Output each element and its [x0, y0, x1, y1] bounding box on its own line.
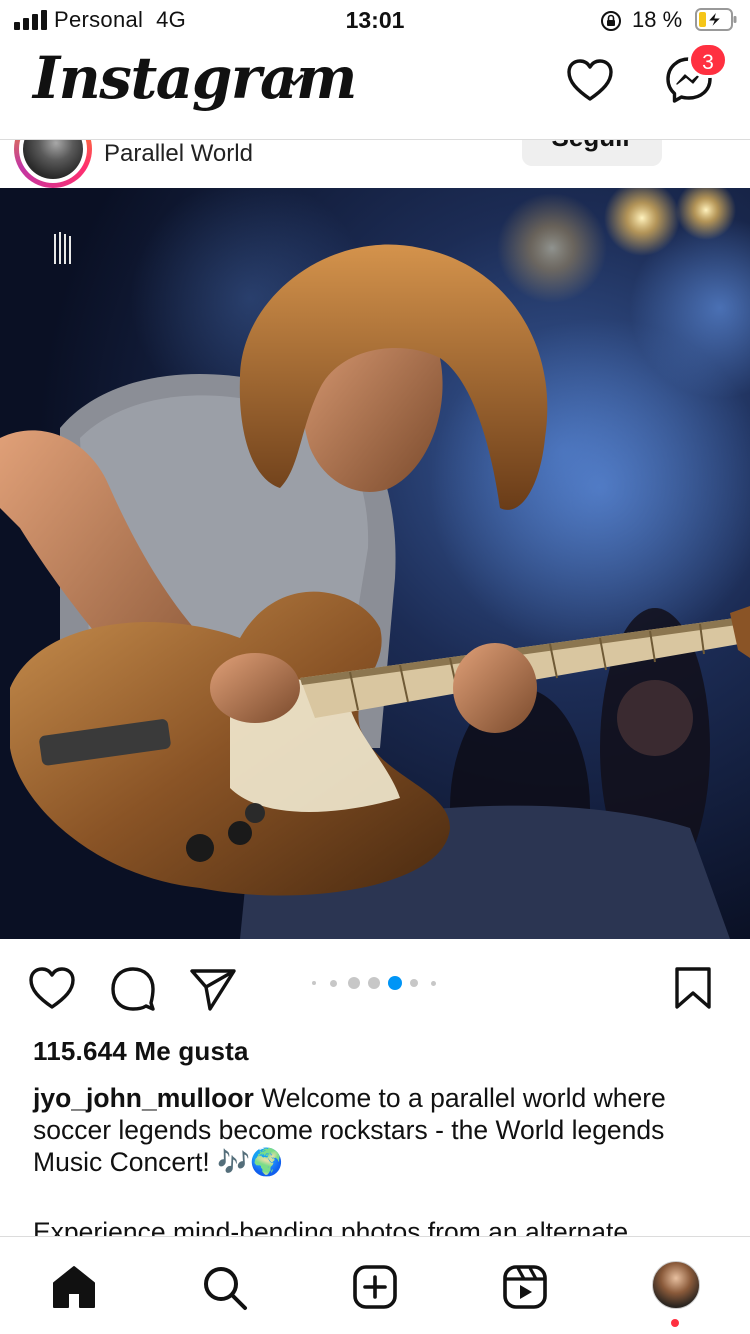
like-icon[interactable] — [27, 965, 77, 1011]
battery-charging-icon — [695, 8, 737, 31]
carousel-dot — [312, 981, 316, 985]
share-icon[interactable] — [188, 965, 238, 1011]
profile-notification-dot — [671, 1319, 679, 1327]
post-header: Parallel World Seguir — [0, 140, 750, 188]
carousel-dot — [330, 979, 337, 987]
follow-button[interactable]: Seguir — [522, 140, 662, 166]
notification-badge: 3 — [688, 42, 728, 78]
heart-icon[interactable] — [565, 57, 615, 103]
carousel-dot — [368, 977, 380, 989]
like-count[interactable]: 115.644 Me gusta — [33, 1036, 249, 1067]
carousel-dot — [348, 977, 360, 989]
new-post-icon[interactable] — [351, 1263, 399, 1311]
post-image[interactable] — [0, 188, 750, 939]
post-caption: jyo_john_mulloor Welcome to a parallel w… — [33, 1082, 733, 1178]
carousel-dot — [431, 980, 436, 986]
bottom-nav — [0, 1236, 750, 1334]
profile-avatar[interactable] — [652, 1261, 700, 1309]
carousel-dot — [410, 979, 418, 987]
home-icon[interactable] — [50, 1263, 98, 1311]
lock-rotation-icon — [601, 11, 621, 31]
post-author-avatar[interactable] — [14, 140, 92, 188]
search-icon[interactable] — [200, 1263, 248, 1311]
battery-percent: 18 % — [632, 7, 683, 32]
reels-icon[interactable] — [501, 1263, 549, 1311]
comment-icon[interactable] — [108, 965, 158, 1011]
caption-username[interactable]: jyo_john_mulloor — [33, 1083, 254, 1113]
save-icon[interactable] — [668, 965, 718, 1011]
app-header: Instagram 3 — [0, 40, 750, 140]
instagram-logo[interactable]: Instagram — [33, 44, 357, 112]
chevron-down-icon[interactable] — [282, 70, 306, 90]
carousel-dot-active — [388, 976, 402, 990]
status-bar: Personal 4G 13:01 18 % — [0, 0, 750, 40]
post-location[interactable]: Parallel World — [104, 140, 253, 168]
